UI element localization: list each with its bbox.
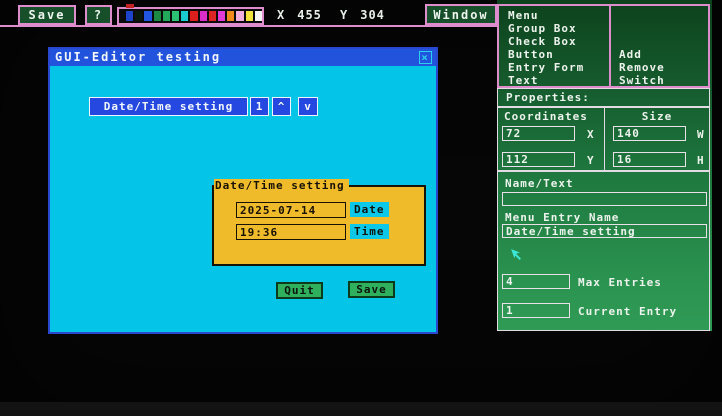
- window-close-icon[interactable]: ×: [419, 51, 432, 64]
- palette-swatch[interactable]: [218, 11, 225, 21]
- window-body: Date/Time setting 1 ^ v Date/Time settin…: [50, 66, 436, 332]
- coordinate-x-field[interactable]: [502, 126, 575, 141]
- date-time-group-title: Date/Time setting: [214, 179, 349, 192]
- size-h-label: H: [697, 154, 705, 167]
- pointer-y-value: 304: [360, 8, 385, 22]
- topbar-divider: [0, 25, 497, 27]
- toolbox: Menu Group Box Check Box Button Entry Fo…: [497, 4, 710, 88]
- coordinate-x-label: X: [587, 128, 595, 141]
- date-time-group-box: Date/Time setting Date Time: [212, 185, 426, 266]
- details-box: Name/Text Menu Entry Name Max Entries Cu…: [497, 171, 710, 331]
- screen: Save ? X 455 Y 304 Window Menu Group Box…: [0, 0, 722, 416]
- size-h-field[interactable]: [613, 152, 686, 167]
- palette-swatch[interactable]: [154, 11, 161, 21]
- menu-widget-value[interactable]: 1: [250, 97, 269, 116]
- help-button[interactable]: ?: [85, 5, 112, 25]
- window-button[interactable]: Window: [425, 4, 497, 25]
- toolbox-action-list: Add Remove Switch: [611, 6, 708, 86]
- window-title: GUI-Editor testing: [55, 50, 221, 64]
- gui-editor-window: GUI-Editor testing × Date/Time setting 1…: [48, 47, 438, 334]
- properties-header: Properties:: [497, 88, 710, 107]
- palette-swatch[interactable]: [135, 11, 142, 21]
- time-label: Time: [350, 224, 389, 239]
- palette-swatch[interactable]: [246, 11, 253, 21]
- action-add[interactable]: Add: [619, 48, 708, 61]
- pointer-x-label: X: [277, 8, 285, 22]
- size-w-label: W: [697, 128, 705, 141]
- action-remove[interactable]: Remove: [619, 61, 708, 74]
- window-titlebar[interactable]: GUI-Editor testing ×: [50, 49, 436, 66]
- palette-selection-indicator: [126, 4, 134, 8]
- name-text-label: Name/Text: [498, 172, 709, 190]
- palette-swatch[interactable]: [126, 11, 133, 21]
- coordinates-label: Coordinates: [498, 108, 604, 123]
- screen-bezel: [0, 402, 722, 416]
- coordinate-y-field[interactable]: [502, 152, 575, 167]
- tool-check-box[interactable]: Check Box: [508, 35, 609, 48]
- quit-button[interactable]: Quit: [276, 282, 323, 299]
- size-w-field[interactable]: [613, 126, 686, 141]
- color-palette[interactable]: [117, 7, 264, 25]
- editor-side-panel: Menu Group Box Check Box Button Entry Fo…: [497, 0, 712, 331]
- coordinate-y-label: Y: [587, 154, 595, 167]
- mouse-cursor-icon: [509, 248, 523, 262]
- menu-entry-name-field[interactable]: [502, 224, 707, 238]
- properties-box: Coordinates X Y Size W H: [497, 107, 710, 171]
- palette-swatch[interactable]: [144, 11, 151, 21]
- max-entries-field[interactable]: [502, 274, 570, 289]
- tool-menu[interactable]: Menu: [508, 9, 609, 22]
- save-button[interactable]: Save: [18, 5, 76, 25]
- palette-swatch[interactable]: [227, 11, 234, 21]
- tool-button[interactable]: Button: [508, 48, 609, 61]
- coordinates-group: Coordinates X Y: [498, 108, 605, 170]
- dialog-save-button[interactable]: Save: [348, 281, 395, 298]
- palette-swatch[interactable]: [163, 11, 170, 21]
- name-text-field[interactable]: [502, 192, 707, 206]
- current-entry-label: Current Entry: [578, 305, 677, 318]
- pointer-x-value: 455: [297, 8, 322, 22]
- pointer-y-label: Y: [340, 8, 348, 22]
- tool-entry-form[interactable]: Entry Form: [508, 61, 609, 74]
- palette-swatch[interactable]: [172, 11, 179, 21]
- palette-swatch[interactable]: [236, 11, 243, 21]
- date-label: Date: [350, 202, 389, 217]
- palette-swatch[interactable]: [209, 11, 216, 21]
- palette-swatch[interactable]: [181, 11, 188, 21]
- palette-swatch[interactable]: [255, 11, 262, 21]
- size-label: Size: [605, 108, 709, 123]
- date-field[interactable]: [236, 202, 346, 218]
- menu-widget-up-icon[interactable]: ^: [272, 97, 291, 116]
- current-entry-field[interactable]: [502, 303, 570, 318]
- palette-swatch[interactable]: [200, 11, 207, 21]
- tool-group-box[interactable]: Group Box: [508, 22, 609, 35]
- time-field[interactable]: [236, 224, 346, 240]
- action-switch[interactable]: Switch: [619, 74, 708, 87]
- pointer-x-readout: X 455: [277, 8, 322, 22]
- pointer-y-readout: Y 304: [340, 8, 385, 22]
- palette-swatch[interactable]: [190, 11, 197, 21]
- max-entries-label: Max Entries: [578, 276, 662, 289]
- toolbox-widget-list: Menu Group Box Check Box Button Entry Fo…: [499, 6, 611, 86]
- size-group: Size W H: [605, 108, 709, 170]
- menu-widget-down-icon[interactable]: v: [298, 97, 318, 116]
- tool-text[interactable]: Text: [508, 74, 609, 87]
- menu-entry-name-label: Menu Entry Name: [505, 211, 619, 224]
- menu-widget-label[interactable]: Date/Time setting: [89, 97, 248, 116]
